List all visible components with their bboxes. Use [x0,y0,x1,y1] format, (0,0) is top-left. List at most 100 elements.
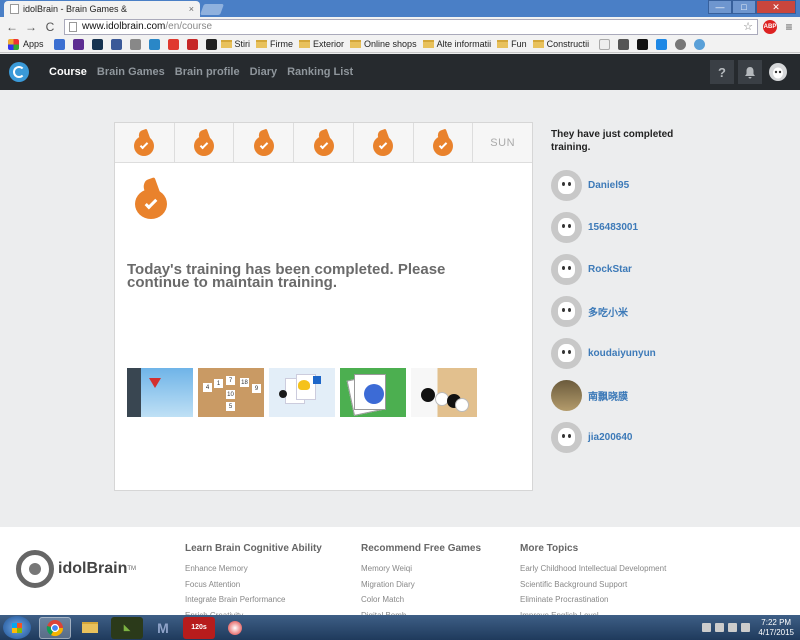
apps-icon[interactable] [8,38,19,50]
bookmark-icon[interactable] [148,38,160,50]
bookmark-icon[interactable] [694,38,706,50]
nav-brain-profile[interactable]: Brain profile [175,66,240,78]
avatar[interactable] [551,379,582,411]
new-tab-button[interactable] [199,4,225,15]
bookmark-folder-alte-informatii[interactable]: Alte informatii [422,39,491,49]
avatar[interactable] [551,421,582,453]
bookmark-icon[interactable] [656,38,668,50]
recent-completions: They have just completed training. Danie… [551,128,701,458]
flame-check-icon [313,128,335,156]
user-name[interactable]: Daniel95 [588,180,629,191]
close-window-button[interactable]: ✕ [756,0,796,14]
notification-bell-icon[interactable] [738,60,762,84]
user-name[interactable]: 156483001 [588,222,638,233]
taskbar-globe-icon[interactable] [219,617,251,639]
idolbrain-logo-icon[interactable] [9,62,29,82]
nav-brain-games[interactable]: Brain Games [97,66,165,78]
user-row[interactable]: 多吃小米 [551,290,701,332]
folder-label: Firme [270,39,294,49]
game-thumbnail[interactable]: 4 1 7 18 9 10 5 [198,368,264,417]
avatar[interactable] [551,337,582,369]
taskbar-nvidia-icon[interactable]: ◣ [111,616,143,639]
back-button[interactable]: ← [4,19,20,35]
user-row[interactable]: 156483001 [551,206,701,248]
taskbar-m-icon[interactable]: M [147,617,179,639]
nav-ranking-list[interactable]: Ranking List [287,66,353,78]
bookmark-icon[interactable] [91,38,103,50]
start-button[interactable] [3,616,31,639]
system-clock[interactable]: 7:22 PM 4/17/2015 [758,618,794,638]
game-thumbnail[interactable] [411,368,477,417]
user-row[interactable]: RockStar [551,248,701,290]
bookmark-folder-exterior[interactable]: Exterior [299,39,344,49]
avatar[interactable] [551,169,582,201]
footer-link[interactable]: Early Childhood Intellectual Development [520,561,666,577]
nav-diary[interactable]: Diary [250,66,278,78]
bookmark-folder-firme[interactable]: Firme [256,39,293,49]
user-row[interactable]: 南飘晓膜 [551,374,701,416]
user-name[interactable]: koudaiyunyun [588,348,656,359]
taskbar-chrome-icon[interactable] [39,616,71,639]
bookmark-apps[interactable]: Apps [23,39,44,49]
bookmark-folder-fun[interactable]: Fun [497,39,527,49]
forward-button[interactable]: → [23,19,39,35]
reload-button[interactable]: C [42,19,58,35]
bookmark-icon[interactable] [186,38,198,50]
google-icon[interactable] [53,38,65,50]
bookmark-icon[interactable] [205,38,217,50]
tray-volume-icon[interactable] [741,623,751,632]
bookmark-star-icon[interactable]: ☆ [743,20,753,33]
footer-logo[interactable]: idolBrain TM [16,550,136,588]
tab-close-icon[interactable]: × [189,4,194,14]
bookmark-icon[interactable] [129,38,141,50]
footer-link[interactable]: Integrate Brain Performance [185,592,322,608]
user-name[interactable]: RockStar [588,264,632,275]
bookmark-folder-stiri[interactable]: Stiri [220,39,250,49]
user-row[interactable]: Daniel95 [551,164,701,206]
game-thumbnail[interactable] [127,368,193,417]
nav-course[interactable]: Course [49,66,87,78]
bookmark-icon[interactable] [167,38,179,50]
footer-link[interactable]: Migration Diary [361,577,481,593]
avatar[interactable] [551,295,582,327]
facebook-icon[interactable] [110,38,122,50]
bookmark-icon[interactable] [675,38,687,50]
user-name[interactable]: 南飘晓膜 [588,388,628,403]
footer-link[interactable]: Eliminate Procrastination [520,592,666,608]
number-tile: 10 [226,390,235,399]
browser-menu-icon[interactable]: ≡ [782,20,796,34]
minimize-button[interactable]: — [708,0,732,14]
game-thumbnail[interactable] [269,368,335,417]
footer-link[interactable]: Enhance Memory [185,561,322,577]
completed-message: Today's training has been completed. Ple… [127,261,446,291]
tray-icon[interactable] [702,623,712,632]
bookmark-icon[interactable] [637,38,649,50]
yahoo-icon[interactable] [72,38,84,50]
tray-network-icon[interactable] [728,623,738,632]
bookmark-icon[interactable] [599,38,611,50]
avatar[interactable] [551,211,582,243]
taskbar-120s-icon[interactable]: 120s [183,616,215,639]
bookmark-folder-constructii[interactable]: Constructii [532,39,589,49]
adblock-icon[interactable]: ABP [763,19,777,34]
user-row[interactable]: jia200640 [551,416,701,458]
tray-flag-icon[interactable] [715,623,725,632]
footer-link[interactable]: Scientific Background Support [520,577,666,593]
bookmark-icon[interactable] [618,38,630,50]
help-icon[interactable]: ? [710,60,734,84]
address-bar[interactable]: www.idolbrain.com /en/course ☆ [64,18,758,35]
game-thumbnail[interactable] [340,368,406,417]
footer-link[interactable]: Focus Attention [185,577,322,593]
maximize-button[interactable]: □ [732,0,756,14]
user-avatar-icon[interactable] [766,60,790,84]
browser-tab[interactable]: idolBrain - Brain Games & × [4,1,200,17]
clock-date: 4/17/2015 [758,627,794,637]
bookmark-folder-online-shops[interactable]: Online shops [350,39,417,49]
avatar[interactable] [551,253,582,285]
user-name[interactable]: 多吃小米 [588,304,628,319]
user-row[interactable]: koudaiyunyun [551,332,701,374]
footer-link[interactable]: Memory Weiqi [361,561,481,577]
taskbar-folder-icon[interactable] [75,617,107,639]
user-name[interactable]: jia200640 [588,432,633,443]
footer-link[interactable]: Color Match [361,592,481,608]
